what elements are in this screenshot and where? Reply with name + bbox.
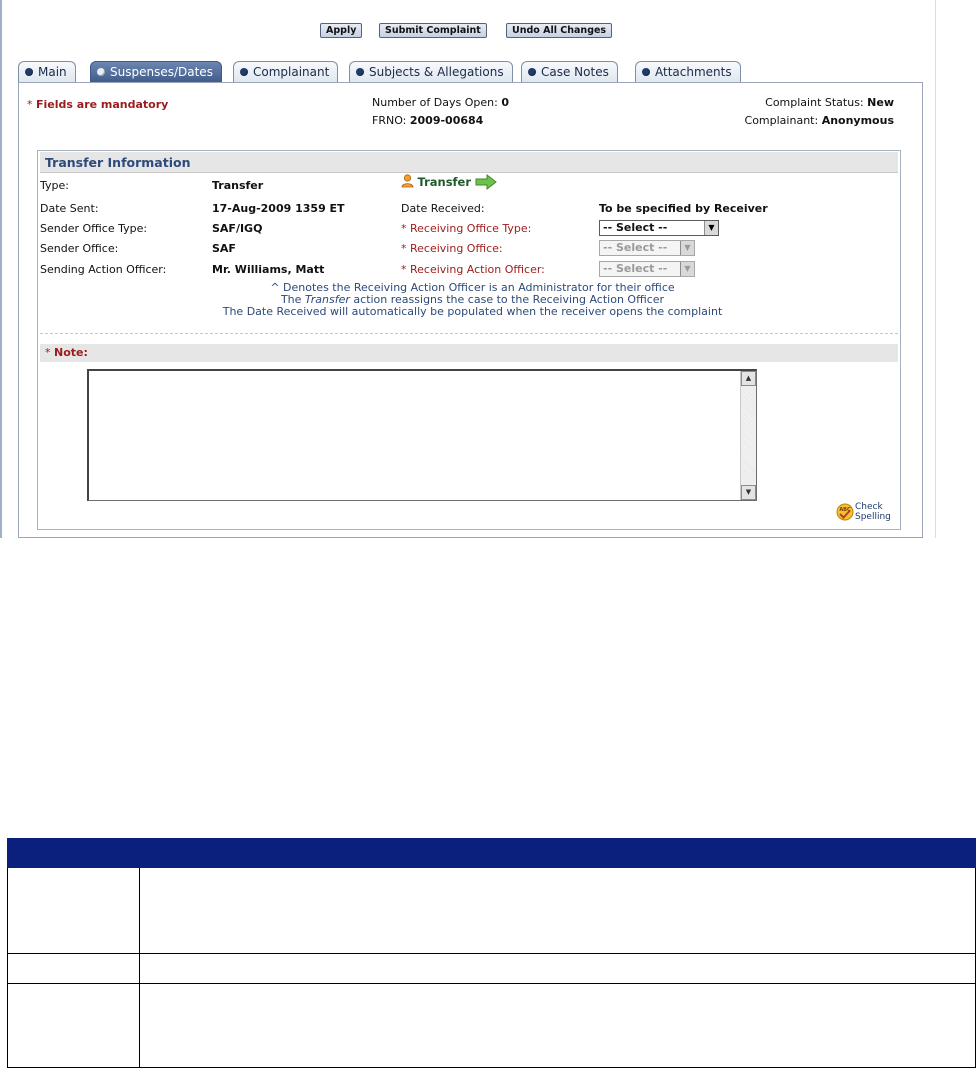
tab-label: Case Notes	[541, 65, 609, 79]
type-value: Transfer	[212, 179, 264, 192]
table-cell	[7, 953, 140, 984]
chevron-down-icon: ▼	[680, 241, 694, 255]
tab-bullet-icon	[25, 68, 33, 76]
date-received-label: Date Received:	[401, 202, 485, 215]
table-cell	[139, 953, 976, 984]
sender-office-type-value: SAF/IGQ	[212, 222, 263, 235]
scroll-up-icon[interactable]: ▲	[741, 371, 756, 386]
transfer-action-link[interactable]: Transfer	[401, 173, 497, 191]
frno-label: FRNO:	[372, 114, 407, 127]
required-asterisk: *	[27, 98, 33, 111]
days-open-value: 0	[501, 96, 509, 109]
scroll-down-icon[interactable]: ▼	[741, 485, 756, 500]
days-open: Number of Days Open: 0	[372, 96, 509, 109]
table-cell	[139, 983, 976, 1068]
chevron-down-icon: ▼	[704, 221, 718, 235]
tab-bullet-icon	[642, 68, 650, 76]
check-spelling-line: Check	[855, 502, 883, 512]
complainant-label: Complainant:	[744, 114, 819, 127]
tab-label: Attachments	[655, 65, 732, 79]
check-spelling-line: Spelling	[855, 512, 891, 522]
tab-attachments[interactable]: Attachments	[635, 61, 741, 83]
check-spelling-label: Check Spelling	[855, 502, 891, 522]
select-value: -- Select --	[603, 221, 668, 234]
tab-label: Complainant	[253, 65, 330, 79]
required-asterisk: *	[45, 346, 51, 359]
user-icon	[401, 174, 414, 188]
tab-label: Subjects & Allegations	[369, 65, 504, 79]
arrow-right-icon	[475, 173, 497, 191]
chevron-down-icon: ▼	[680, 262, 694, 276]
table-header-row	[7, 838, 976, 868]
receiving-officer-label: * Receiving Action Officer:	[401, 263, 545, 276]
tab-bullet-icon	[240, 68, 248, 76]
sending-officer-label: Sending Action Officer:	[40, 263, 167, 276]
sender-office-type-label: Sender Office Type:	[40, 222, 148, 235]
receiving-office-select[interactable]: -- Select -- ▼	[599, 240, 695, 256]
tab-label: Suspenses/Dates	[110, 65, 213, 79]
tab-bullet-icon	[356, 68, 364, 76]
submit-complaint-button[interactable]: Submit Complaint	[379, 23, 487, 38]
tab-bullet-icon	[528, 68, 536, 76]
type-label: Type:	[40, 179, 69, 192]
frno-value: 2009-00684	[409, 114, 484, 127]
table-row	[7, 953, 976, 984]
table-row	[7, 983, 976, 1068]
sending-officer-value: Mr. Williams, Matt	[212, 263, 325, 276]
divider	[40, 333, 898, 334]
date-sent-label: Date Sent:	[40, 202, 99, 215]
table-cell	[7, 867, 140, 954]
select-value: -- Select --	[603, 262, 668, 275]
select-value: -- Select --	[603, 241, 668, 254]
undo-all-changes-button[interactable]: Undo All Changes	[506, 23, 613, 38]
date-received-value: To be specified by Receiver	[599, 202, 768, 215]
sender-office-label: Sender Office:	[40, 242, 119, 255]
transfer-link-label: Transfer	[417, 175, 472, 189]
tab-case-notes[interactable]: Case Notes	[521, 61, 618, 83]
textarea-scrollbar[interactable]: ▲ ▼	[740, 371, 756, 500]
receiving-officer-select[interactable]: -- Select -- ▼	[599, 261, 695, 277]
sender-office-value: SAF	[212, 242, 236, 255]
note-label-group: * Note:	[45, 346, 88, 359]
note-header	[40, 344, 898, 362]
note-label: Note:	[54, 346, 88, 359]
status-label: Complaint Status:	[765, 96, 864, 109]
table-header-cell	[7, 838, 140, 868]
table-cell	[139, 867, 976, 954]
days-open-label: Number of Days Open:	[372, 96, 498, 109]
complainant-value: Anonymous	[821, 114, 894, 127]
help-line-date-received: The Date Received will automatically be …	[222, 305, 723, 318]
table-header-cell	[139, 838, 976, 868]
table-cell	[7, 983, 140, 1068]
apply-button[interactable]: Apply	[320, 23, 363, 38]
tab-subjects-allegations[interactable]: Subjects & Allegations	[349, 61, 513, 83]
tab-label: Main	[38, 65, 67, 79]
spellcheck-icon: ABC	[836, 503, 854, 521]
note-textarea[interactable]: ▲ ▼	[87, 369, 757, 501]
tab-bullet-icon	[97, 68, 105, 76]
frno: FRNO: 2009-00684	[372, 114, 483, 127]
mandatory-text: Fields are mandatory	[36, 98, 169, 111]
tab-main[interactable]: Main	[18, 61, 76, 83]
complainant-info: Complainant: Anonymous	[745, 114, 894, 127]
tab-suspenses-dates[interactable]: Suspenses/Dates	[90, 61, 222, 83]
tab-complainant[interactable]: Complainant	[233, 61, 339, 83]
receiving-office-label: * Receiving Office:	[401, 242, 503, 255]
receiving-office-type-select[interactable]: -- Select -- ▼	[599, 220, 719, 236]
receiving-office-type-label: * Receiving Office Type:	[401, 222, 532, 235]
table-row	[7, 867, 976, 954]
complaint-status: Complaint Status: New	[765, 96, 894, 109]
document-table	[7, 838, 976, 1068]
section-title: Transfer Information	[45, 155, 191, 170]
date-sent-value: 17-Aug-2009 1359 ET	[212, 202, 345, 215]
mandatory-note: * Fields are mandatory	[27, 98, 168, 111]
status-value: New	[867, 96, 894, 109]
transfer-help-text: ^ Denotes the Receiving Action Officer i…	[195, 282, 750, 318]
